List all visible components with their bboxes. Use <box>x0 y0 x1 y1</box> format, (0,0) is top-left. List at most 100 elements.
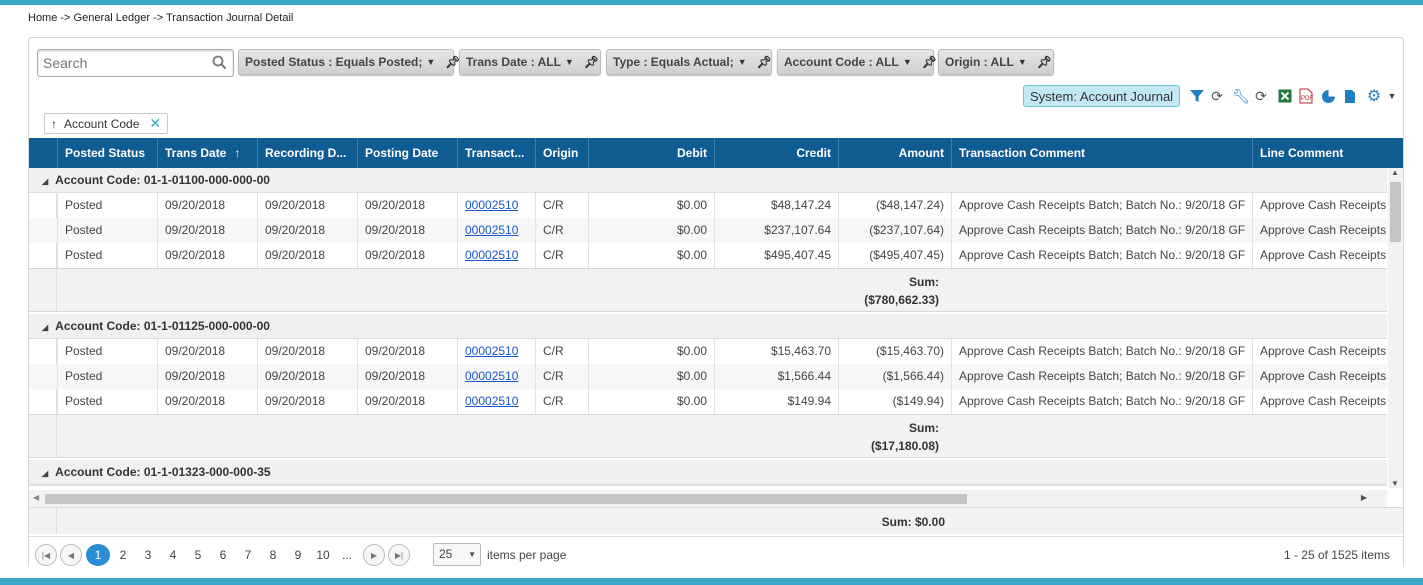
group-header-row[interactable]: ◢ Account Code: 01-1-01125-000-000-00 <box>29 314 1387 339</box>
gear-icon[interactable]: ⚙ <box>1365 87 1383 105</box>
chevron-down-icon[interactable]: ▼ <box>738 57 747 67</box>
table-row[interactable]: Posted 09/20/2018 09/20/2018 09/20/2018 … <box>29 364 1387 389</box>
reset-icon[interactable]: ⟳ <box>1252 87 1270 105</box>
pin-icon[interactable]: 📌︎ <box>584 55 599 69</box>
table-row[interactable]: Posted 09/20/2018 09/20/2018 09/20/2018 … <box>29 218 1387 243</box>
chevron-down-icon[interactable]: ▼ <box>903 57 912 67</box>
cell-debit: $0.00 <box>588 218 714 243</box>
column-header[interactable]: Debit <box>588 138 714 168</box>
pin-icon[interactable]: 📌︎ <box>757 55 772 69</box>
scrollbar-thumb[interactable] <box>1390 182 1401 242</box>
page-number[interactable]: 5 <box>186 544 210 566</box>
scroll-right-icon[interactable]: ▶ <box>1361 493 1367 502</box>
transaction-link[interactable]: 00002510 <box>465 394 518 408</box>
cell-transaction-comment: Approve Cash Receipts Batch; Batch No.: … <box>951 364 1252 389</box>
group-by-chip[interactable]: ↑ Account Code ✕ <box>44 113 169 134</box>
page-number[interactable]: 8 <box>261 544 285 566</box>
filter-account-code[interactable]: Account Code : ALL ▼ 📌︎ <box>777 49 937 75</box>
page-number[interactable]: 9 <box>286 544 310 566</box>
data-grid: Posted Status Trans Date ↑ Recording D...… <box>29 138 1403 534</box>
prev-page-icon[interactable]: ◀ <box>60 544 82 566</box>
page-number[interactable]: 4 <box>161 544 185 566</box>
column-header[interactable]: Posting Date <box>357 138 457 168</box>
transaction-link[interactable]: 00002510 <box>465 344 518 358</box>
grid-header: Posted Status Trans Date ↑ Recording D...… <box>29 138 1403 168</box>
group-indent <box>29 415 57 457</box>
close-icon[interactable]: ✕ <box>149 115 161 132</box>
first-page-icon[interactable]: |◀ <box>35 544 57 566</box>
chevron-down-icon[interactable]: ▼ <box>426 57 435 67</box>
search-icon[interactable] <box>212 55 227 75</box>
collapse-icon[interactable]: ◢ <box>42 323 48 332</box>
search-input[interactable] <box>38 50 208 76</box>
filter-trans-date[interactable]: Trans Date : ALL ▼ 📌︎ <box>459 49 601 75</box>
table-row[interactable]: Posted 09/20/2018 09/20/2018 09/20/2018 … <box>29 193 1387 218</box>
document-icon[interactable] <box>1341 87 1359 105</box>
horizontal-scrollbar[interactable]: ◀ ▶ <box>29 490 1387 507</box>
filter-posted-status[interactable]: Posted Status : Equals Posted; ▼ 📌︎ <box>238 49 461 75</box>
column-header-trans-date[interactable]: Trans Date ↑ <box>157 138 257 168</box>
cell-posting-date: 09/20/2018 <box>357 364 457 389</box>
table-row[interactable]: Posted 09/20/2018 09/20/2018 09/20/2018 … <box>29 389 1387 414</box>
excel-export-icon[interactable] <box>1276 87 1294 105</box>
refresh-icon[interactable]: ⟳ <box>1208 87 1226 105</box>
cell-transaction: 00002510 <box>457 364 535 389</box>
page-number[interactable]: 3 <box>136 544 160 566</box>
chevron-down-icon[interactable]: ▼ <box>1018 57 1027 67</box>
group-header-row[interactable]: ◢ Account Code: 01-1-01323-000-000-35 <box>29 460 1387 485</box>
transaction-link[interactable]: 00002510 <box>465 369 518 383</box>
page-number[interactable]: 2 <box>111 544 135 566</box>
chevron-down-icon[interactable]: ▼ <box>1383 87 1401 105</box>
cell-origin: C/R <box>535 389 588 414</box>
column-header[interactable]: Posted Status <box>57 138 157 168</box>
page-size-select[interactable]: 25 ▼ <box>433 543 481 566</box>
sort-ascending-icon: ↑ <box>51 116 57 131</box>
chevron-down-icon[interactable]: ▼ <box>565 57 574 67</box>
cell-trans-date: 09/20/2018 <box>157 218 257 243</box>
svg-text:PDF: PDF <box>1301 96 1313 102</box>
transaction-link[interactable]: 00002510 <box>465 248 518 262</box>
page-number[interactable]: 6 <box>211 544 235 566</box>
transaction-link[interactable]: 00002510 <box>465 198 518 212</box>
collapse-icon[interactable]: ◢ <box>42 469 48 478</box>
page-number[interactable]: 1 <box>86 544 110 566</box>
pdf-export-icon[interactable]: PDF <box>1297 87 1315 105</box>
filter-type[interactable]: Type : Equals Actual; ▼ 📌︎ <box>606 49 772 75</box>
vertical-scrollbar[interactable]: ▲ ▼ <box>1388 168 1403 488</box>
filter-origin[interactable]: Origin : ALL ▼ 📌︎ <box>938 49 1054 75</box>
pin-icon[interactable]: 📌︎ <box>922 55 937 69</box>
cell-recording-date: 09/20/2018 <box>257 218 357 243</box>
scroll-left-icon[interactable]: ◀ <box>33 493 39 502</box>
page-ellipsis[interactable]: ... <box>335 544 359 566</box>
search-box[interactable] <box>37 49 234 77</box>
group-header-row[interactable]: ◢ Account Code: 01-1-01100-000-000-00 <box>29 168 1387 193</box>
view-selector-button[interactable]: System: Account Journal <box>1023 85 1181 107</box>
cell-posted-status: Posted <box>57 389 157 414</box>
wrench-icon[interactable]: 🔧︎ <box>1232 87 1250 105</box>
group-sum-label: Sum: <box>909 275 939 289</box>
next-page-icon[interactable]: ▶ <box>363 544 385 566</box>
column-header[interactable]: Line Comment <box>1252 138 1388 168</box>
transaction-link[interactable]: 00002510 <box>465 223 518 237</box>
group-sum-value: ($17,180.08) <box>870 439 939 453</box>
page-number[interactable]: 10 <box>311 544 335 566</box>
filter-icon[interactable] <box>1188 87 1206 105</box>
last-page-icon[interactable]: ▶| <box>388 544 410 566</box>
column-header[interactable]: Transact... <box>457 138 535 168</box>
column-header[interactable]: Amount <box>838 138 951 168</box>
chart-icon[interactable] <box>1319 87 1337 105</box>
collapse-icon[interactable]: ◢ <box>42 177 48 186</box>
table-row[interactable]: Posted 09/20/2018 09/20/2018 09/20/2018 … <box>29 243 1387 268</box>
cell-posting-date: 09/20/2018 <box>357 218 457 243</box>
scroll-up-icon[interactable]: ▲ <box>1391 168 1399 177</box>
column-header[interactable]: Recording D... <box>257 138 357 168</box>
page-size-label: items per page <box>487 548 567 562</box>
scrollbar-thumb[interactable] <box>45 494 967 504</box>
pin-icon[interactable]: 📌︎ <box>1037 55 1052 69</box>
column-header[interactable]: Origin <box>535 138 588 168</box>
scroll-down-icon[interactable]: ▼ <box>1391 479 1399 488</box>
page-number[interactable]: 7 <box>236 544 260 566</box>
column-header[interactable]: Transaction Comment <box>951 138 1252 168</box>
table-row[interactable]: Posted 09/20/2018 09/20/2018 09/20/2018 … <box>29 339 1387 364</box>
column-header[interactable]: Credit <box>714 138 838 168</box>
